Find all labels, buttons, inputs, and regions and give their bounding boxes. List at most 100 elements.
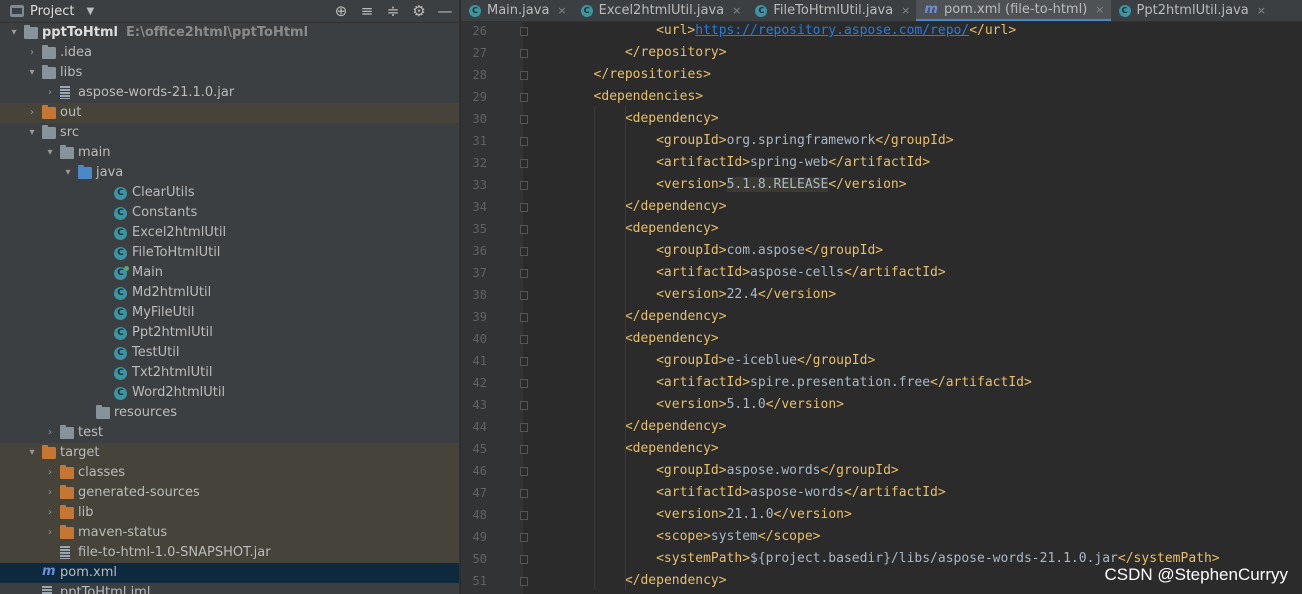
url-link[interactable]: https://repository.aspose.com/repo/ (695, 23, 969, 38)
tree-item[interactable]: › generated-sources (0, 483, 459, 503)
hide-icon[interactable]: — (437, 2, 453, 20)
collapse-all-icon[interactable]: ≑ (385, 2, 401, 20)
tree-item[interactable]: C ClearUtils (0, 183, 459, 203)
tree-item[interactable]: pptToHtml.iml (0, 583, 459, 594)
chevron-right-icon[interactable]: › (44, 423, 56, 443)
code-line[interactable]: <groupId>e-iceblue</groupId> (656, 350, 875, 372)
xml-tag: </groupId> (804, 243, 884, 258)
tree-item-label: Word2htmlUtil (132, 385, 226, 400)
tree-item[interactable]: ▾ main (0, 143, 459, 163)
code-line[interactable]: <url>https://repository.aspose.com/repo/… (656, 20, 1016, 42)
tree-item[interactable]: C TestUtil (0, 343, 459, 363)
tree-item[interactable]: › test (0, 423, 459, 443)
code-line[interactable]: </dependency> (625, 570, 727, 592)
xml-tag: <systemPath> (656, 551, 751, 566)
code-line[interactable]: <scope>system</scope> (656, 526, 820, 548)
close-icon[interactable]: × (1257, 4, 1266, 17)
close-icon[interactable]: × (1095, 3, 1104, 16)
editor-tab[interactable]: C Main.java × (461, 0, 573, 21)
tree-item[interactable]: C Word2htmlUtil (0, 383, 459, 403)
editor-tabs: C Main.java × C Excel2htmlUtil.java × C FileToH… (461, 0, 1302, 22)
editor-tab[interactable]: C FileToHtmlUtil.java × (747, 0, 916, 21)
tree-item[interactable]: ▾ java (0, 163, 459, 183)
tree-item[interactable]: ▾ src (0, 123, 459, 143)
tree-item[interactable]: › aspose-words-21.1.0.jar (0, 83, 459, 103)
tree-item[interactable]: C Ppt2htmlUtil (0, 323, 459, 343)
tree-item-path: E:\office2html\pptToHtml (126, 25, 309, 40)
editor-tab[interactable]: C Ppt2htmlUtil.java × (1111, 0, 1273, 21)
chevron-right-icon[interactable]: › (44, 83, 56, 103)
close-icon[interactable]: × (557, 4, 566, 17)
chevron-down-icon[interactable]: ▾ (26, 63, 38, 83)
code-line[interactable]: </dependency> (625, 306, 727, 328)
code-line[interactable]: <dependency> (625, 328, 719, 350)
xml-tag: </version> (765, 397, 844, 412)
line-number: 31 (472, 134, 487, 148)
tree-item[interactable]: ▾ libs (0, 63, 459, 83)
code-line[interactable]: <artifactId>aspose-cells</artifactId> (656, 262, 946, 284)
tree-item[interactable]: › .idea (0, 43, 459, 63)
chevron-right-icon[interactable]: › (44, 463, 56, 483)
chevron-down-icon[interactable]: ▾ (62, 163, 74, 183)
line-number: 30 (472, 112, 487, 126)
code-line[interactable]: <version>21.1.0</version> (656, 504, 852, 526)
chevron-down-icon[interactable]: ▾ (44, 143, 56, 163)
code-line[interactable]: </repositories> (594, 64, 711, 86)
chevron-down-icon[interactable]: ▾ (8, 23, 20, 43)
close-icon[interactable]: × (732, 4, 741, 17)
chevron-right-icon[interactable]: › (44, 503, 56, 523)
code-line[interactable]: </dependency> (625, 196, 727, 218)
editor-tab[interactable]: C Excel2htmlUtil.java × (573, 0, 748, 21)
tree-item[interactable]: C Constants (0, 203, 459, 223)
code-line[interactable]: <dependency> (625, 108, 719, 130)
code-line[interactable]: </repository> (625, 42, 727, 64)
close-icon[interactable]: × (901, 4, 910, 17)
chevron-right-icon[interactable]: › (26, 43, 38, 63)
project-title[interactable]: Project (30, 4, 74, 19)
tree-item[interactable]: C Excel2htmlUtil (0, 223, 459, 243)
excluded-folder-icon (60, 525, 74, 539)
tree-item[interactable]: C Txt2htmlUtil (0, 363, 459, 383)
tree-item[interactable]: ▾ target (0, 443, 459, 463)
code-line[interactable]: <groupId>com.aspose</groupId> (656, 240, 883, 262)
code-line[interactable]: <artifactId>aspose-words</artifactId> (656, 482, 946, 504)
code-line[interactable]: <version>5.1.0</version> (656, 394, 844, 416)
tree-item[interactable]: › out (0, 103, 459, 123)
java-class-icon: C (114, 367, 127, 380)
tree-item-label: maven-status (78, 525, 168, 540)
chevron-down-icon[interactable]: ▾ (26, 123, 38, 143)
chevron-down-icon[interactable]: ▾ (26, 443, 38, 463)
chevron-right-icon[interactable]: › (26, 103, 38, 123)
tree-item[interactable]: C Md2htmlUtil (0, 283, 459, 303)
chevron-right-icon[interactable]: › (44, 523, 56, 543)
code-line[interactable]: <groupId>org.springframework</groupId> (656, 130, 953, 152)
tree-item[interactable]: › maven-status (0, 523, 459, 543)
editor-tab[interactable]: m pom.xml (file-to-html) × (916, 0, 1111, 21)
code-line[interactable]: <dependencies> (594, 86, 704, 108)
code-line[interactable]: <version>5.1.8.RELEASE</version> (656, 174, 907, 196)
gear-icon[interactable]: ⚙ (411, 2, 427, 20)
code-line[interactable]: <artifactId>spire.presentation.free</art… (656, 372, 1032, 394)
tree-item[interactable]: › classes (0, 463, 459, 483)
code-line[interactable]: <artifactId>spring-web</artifactId> (656, 152, 930, 174)
code-line[interactable]: </dependency> (625, 416, 727, 438)
tree-item[interactable]: ▾ pptToHtml E:\office2html\pptToHtml (0, 23, 459, 43)
chevron-down-icon[interactable]: ▼ (86, 6, 94, 17)
code-line[interactable]: <version>22.4</version> (656, 284, 836, 306)
chevron-right-icon[interactable]: › (44, 483, 56, 503)
tree-item-label: ClearUtils (132, 185, 195, 200)
code-line[interactable]: <dependency> (625, 218, 719, 240)
tree-item[interactable]: resources (0, 403, 459, 423)
xml-tag: <version> (656, 397, 727, 412)
tree-item[interactable]: › lib (0, 503, 459, 523)
tree-item[interactable]: C FileToHtmlUtil (0, 243, 459, 263)
tree-item[interactable]: C MyFileUtil (0, 303, 459, 323)
tree-item[interactable]: file-to-html-1.0-SNAPSHOT.jar (0, 543, 459, 563)
code-line[interactable]: <groupId>aspose.words</groupId> (656, 460, 899, 482)
tree-item[interactable]: C Main (0, 263, 459, 283)
code-line[interactable]: <dependency> (625, 438, 719, 460)
code-area[interactable]: <url>https://repository.aspose.com/repo/… (523, 22, 1302, 594)
locate-icon[interactable]: ⊕ (333, 2, 349, 20)
expand-all-icon[interactable]: ≡ (359, 2, 375, 20)
tree-item[interactable]: m pom.xml (0, 563, 459, 583)
